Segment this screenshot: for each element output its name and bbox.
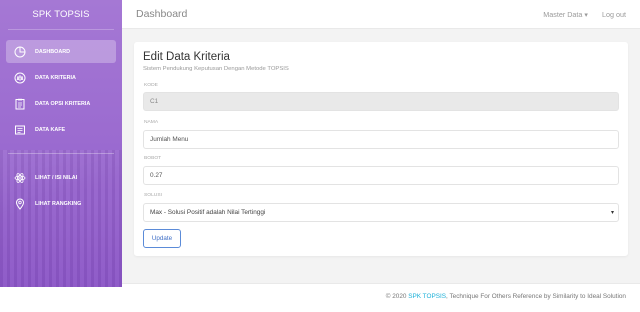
sidebar-item-data-kriteria[interactable]: DATA KRITERIA xyxy=(6,66,116,89)
card-subtitle: Sistem Pendukung Keputusan Dengan Metode… xyxy=(143,66,289,72)
scale-icon xyxy=(14,72,26,84)
kode-label: KODE xyxy=(144,83,158,88)
sidebar-bottom-area xyxy=(0,287,122,312)
page-title: Dashboard xyxy=(136,8,188,20)
edit-kriteria-card: Edit Data Kriteria Sistem Pendukung Kepu… xyxy=(134,42,628,256)
top-navbar: Dashboard Master Data ▾ Log out xyxy=(122,0,640,29)
sidebar-item-data-kafe[interactable]: DATA KAFE xyxy=(6,118,116,141)
master-data-dropdown[interactable]: Master Data ▾ xyxy=(543,10,588,19)
sidebar-item-lihat-isi-nilai[interactable]: LIHAT / ISI NILAI xyxy=(6,166,116,189)
sidebar-item-dashboard[interactable]: DASHBOARD xyxy=(6,40,116,63)
sidebar-item-label: LIHAT RANGKING xyxy=(35,200,82,207)
brand-title[interactable]: SPK TOPSIS xyxy=(0,0,122,29)
sidebar: SPK TOPSIS DASHBOARD DATA KRITERIA DATA … xyxy=(0,0,122,312)
sidebar-item-label: DATA KAFE xyxy=(35,126,66,133)
sidebar-nav: DASHBOARD DATA KRITERIA DATA OPSI KRITER… xyxy=(0,30,122,215)
sidebar-item-data-opsi-kriteria[interactable]: DATA OPSI KRITERIA xyxy=(6,92,116,115)
nama-field[interactable]: Jumlah Menu xyxy=(143,130,619,149)
logout-link[interactable]: Log out xyxy=(602,10,626,19)
footer-suffix: , Technique For Others Reference by Simi… xyxy=(446,293,626,300)
chevron-down-icon: ▾ xyxy=(610,210,614,216)
kode-field[interactable]: C1 xyxy=(143,92,619,111)
footer-prefix: © 2020 xyxy=(385,293,409,300)
solusi-select[interactable]: Max - Solusi Positif adalah Nilai Tertin… xyxy=(143,203,619,222)
sidebar-divider xyxy=(8,153,114,154)
card-title: Edit Data Kriteria xyxy=(143,51,230,63)
sidebar-item-lihat-rangking[interactable]: LIHAT RANGKING xyxy=(6,192,116,215)
footer-text: © 2020 SPK TOPSIS, Technique For Others … xyxy=(386,293,626,300)
footer-link[interactable]: SPK TOPSIS xyxy=(408,293,446,300)
sidebar-item-label: DATA OPSI KRITERIA xyxy=(35,100,91,107)
solusi-selected-value: Max - Solusi Positif adalah Nilai Tertin… xyxy=(150,209,266,216)
sidebar-item-label: DASHBOARD xyxy=(35,48,71,55)
pie-chart-icon xyxy=(14,46,26,58)
sidebar-item-label: LIHAT / ISI NILAI xyxy=(35,174,78,181)
notes-icon xyxy=(14,124,26,136)
nama-label: NAMA xyxy=(144,120,159,125)
solusi-label: SOLUSI xyxy=(144,193,162,198)
clipboard-icon xyxy=(14,98,26,110)
bobot-field[interactable]: 0.27 xyxy=(143,166,619,185)
bobot-label: BOBOT xyxy=(144,156,162,161)
map-pin-icon xyxy=(14,198,26,210)
top-menu: Master Data ▾ Log out xyxy=(543,10,626,19)
atom-icon xyxy=(14,172,26,184)
update-button[interactable]: Update xyxy=(143,229,181,248)
sidebar-item-label: DATA KRITERIA xyxy=(35,74,76,81)
footer: © 2020 SPK TOPSIS, Technique For Others … xyxy=(122,283,640,312)
